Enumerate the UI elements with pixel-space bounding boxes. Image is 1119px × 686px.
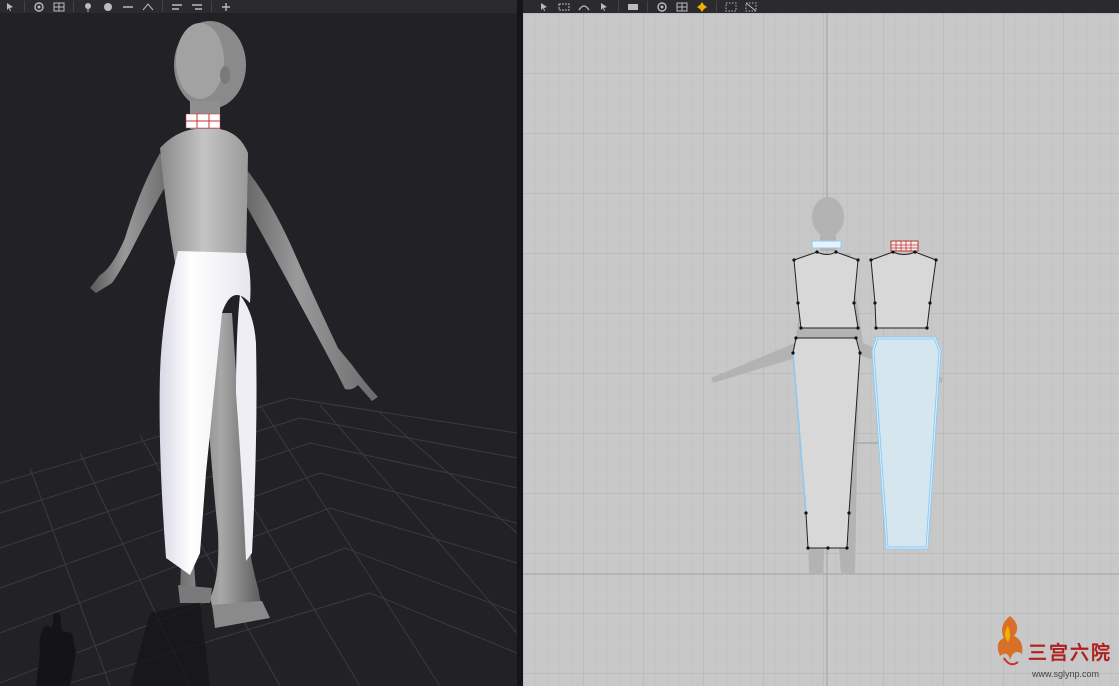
align-right-icon[interactable] <box>190 1 204 12</box>
watermark-text: 三宫六院 <box>1028 642 1113 664</box>
toolbar-2d-view <box>523 0 1119 13</box>
measure-icon[interactable] <box>141 1 155 12</box>
pattern-piece-front-bodice[interactable] <box>869 250 938 330</box>
watermark-logo: 三宫六院 www.sglynp.com <box>990 612 1118 684</box>
align-left-icon[interactable] <box>170 1 184 12</box>
avatar-3d[interactable] <box>90 21 378 628</box>
fill-icon[interactable] <box>626 1 640 12</box>
edit-segment-icon[interactable] <box>597 1 611 12</box>
toolbar-separator <box>647 1 648 12</box>
pattern-icon[interactable] <box>675 1 689 12</box>
viewport-2d-pattern[interactable] <box>523 13 1119 686</box>
toolbar-separator <box>162 1 163 12</box>
toolbar-separator <box>716 1 717 12</box>
edit-pattern-icon[interactable] <box>537 1 551 12</box>
line-icon[interactable] <box>121 1 135 12</box>
floor-grid <box>0 397 517 686</box>
toolbar-separator <box>211 1 212 12</box>
pattern-piece-front-collar[interactable] <box>890 240 919 252</box>
face-icon[interactable] <box>101 1 115 12</box>
grid-icon[interactable] <box>724 1 738 12</box>
toolbar-separator <box>73 1 74 12</box>
watermark-url: www.sglynp.com <box>1032 669 1100 679</box>
toolbar-separator <box>24 1 25 12</box>
select-icon[interactable] <box>3 1 17 12</box>
floor-shadow <box>36 603 210 686</box>
toolbar-separator <box>618 1 619 12</box>
texture-icon[interactable] <box>32 1 46 12</box>
pin-icon[interactable] <box>81 1 95 12</box>
transform-icon[interactable] <box>219 1 233 12</box>
pin-icon[interactable] <box>695 1 709 12</box>
texture-icon[interactable] <box>655 1 669 12</box>
snap-icon[interactable] <box>744 1 758 12</box>
edit-point-icon[interactable] <box>557 1 571 12</box>
edit-curve-icon[interactable] <box>577 1 591 12</box>
viewport-3d[interactable] <box>0 13 517 686</box>
pattern-icon[interactable] <box>52 1 66 12</box>
pattern-piece-back-bodice[interactable] <box>792 250 860 330</box>
phoenix-logo-icon <box>997 616 1023 666</box>
pattern-piece-back-collar[interactable] <box>811 240 842 249</box>
toolbar-3d-view <box>0 0 517 13</box>
